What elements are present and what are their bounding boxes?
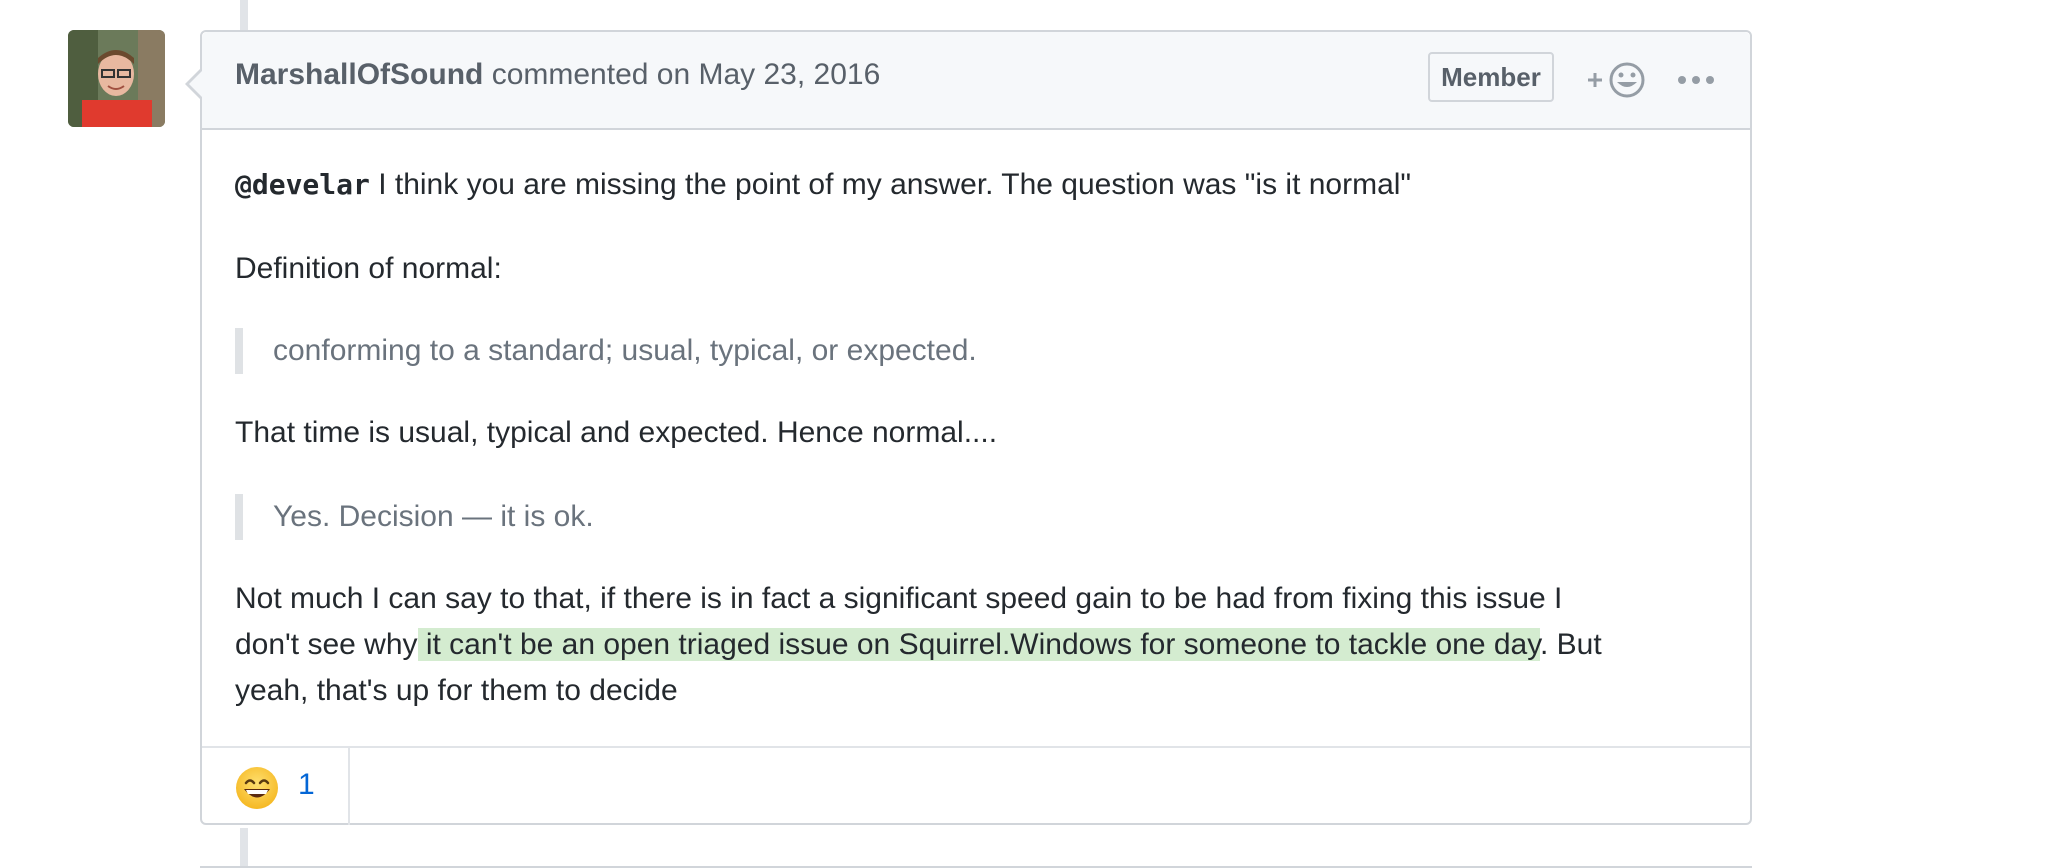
timeline-connector — [240, 0, 248, 30]
grinning-face-icon — [236, 767, 278, 809]
timeline-connector — [240, 828, 248, 868]
comment: MarshallOfSound commented on May 23, 201… — [185, 30, 1752, 825]
reactions-bar: 1 — [202, 746, 1750, 825]
text-fragment: . But — [1540, 628, 1602, 661]
paragraph-line: yeah, that's up for them to decide — [235, 674, 678, 707]
paragraph: Definition of normal: — [235, 252, 502, 285]
more-options-button[interactable] — [1672, 60, 1722, 100]
selected-text: it can't be an open triaged issue on Squ… — [417, 628, 1540, 661]
paragraph: That time is usual, typical and expected… — [235, 416, 998, 449]
comment-header: MarshallOfSound commented on May 23, 201… — [202, 32, 1750, 130]
reaction-count: 1 — [298, 768, 315, 801]
comment-meta: MarshallOfSound commented on May 23, 201… — [235, 58, 880, 92]
comment-timestamp[interactable]: commented on May 23, 2016 — [492, 58, 881, 91]
author-link[interactable]: MarshallOfSound — [235, 58, 483, 91]
add-reaction-icon — [1588, 62, 1645, 98]
reaction-grinning-button[interactable]: 1 — [202, 748, 350, 825]
kebab-horizontal-icon — [1678, 76, 1714, 84]
avatar[interactable] — [68, 30, 165, 127]
blockquote: Yes. Decision — it is ok. — [235, 494, 594, 540]
paragraph-line: Not much I can say to that, if there is … — [235, 582, 1563, 615]
user-mention-link[interactable]: @develar — [235, 168, 370, 201]
paragraph: @develar I think you are missing the poi… — [235, 162, 1411, 208]
blockquote: conforming to a standard; usual, typical… — [235, 328, 977, 374]
paragraph-text: I think you are missing the point of my … — [369, 168, 1412, 201]
member-badge: Member — [1428, 52, 1554, 102]
paragraph-line: don't see why it can't be an open triage… — [235, 622, 1602, 668]
text-fragment: don't see why — [235, 628, 418, 661]
add-reaction-button[interactable] — [1586, 60, 1650, 100]
issue-timeline: MarshallOfSound commented on May 23, 201… — [0, 0, 2054, 868]
